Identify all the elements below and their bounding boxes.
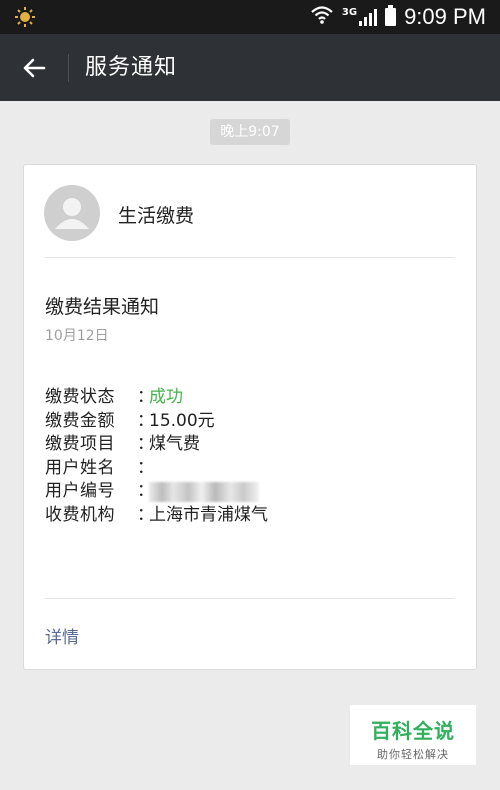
field-value: 煤气费 bbox=[149, 434, 200, 454]
field-payment-status: 缴费状态 ：成功 bbox=[45, 386, 268, 410]
watermark-logo: 百科全说 助你轻松解决 bbox=[350, 705, 476, 765]
field-value: 成功 bbox=[149, 387, 183, 407]
weather-sun-icon bbox=[14, 6, 36, 32]
field-payment-item: 缴费项目 ：煤气费 bbox=[45, 433, 268, 457]
field-colon: ： bbox=[137, 387, 154, 407]
field-value: 15.00元 bbox=[149, 410, 215, 431]
field-colon: ： bbox=[137, 504, 154, 525]
field-label: 用户姓名 bbox=[45, 457, 115, 478]
field-label: 缴费金额 bbox=[45, 410, 115, 431]
notification-card[interactable]: 生活缴费 缴费结果通知 10月12日 缴费状态：成功 缴费金额： 15.00元 缴… bbox=[23, 164, 477, 670]
payment-fields: 缴费状态：成功 缴费金额： 15.00元 缴费项目：煤气费 用户姓名： 用户编号：… bbox=[45, 386, 268, 527]
avatar bbox=[44, 185, 100, 241]
user-silhouette-icon bbox=[55, 198, 89, 229]
signal-icon bbox=[359, 8, 378, 26]
field-colon: ： bbox=[137, 481, 154, 501]
field-label: 收费机构 bbox=[45, 504, 115, 525]
field-billing-org: 收费机构 ：上海市青浦煤气 bbox=[45, 504, 268, 528]
watermark-sub-text: 助你轻松解决 bbox=[377, 748, 449, 761]
message-timestamp: 晚上9:07 bbox=[210, 119, 290, 145]
back-button[interactable] bbox=[12, 46, 56, 90]
sender-name: 生活缴费 bbox=[118, 205, 195, 227]
field-value: 上海市青浦煤气 bbox=[149, 504, 268, 525]
arrow-left-icon bbox=[23, 58, 46, 78]
page-title: 服务通知 bbox=[85, 55, 178, 80]
watermark-main-text: 百科全说 bbox=[371, 719, 455, 743]
field-label: 用户编号 bbox=[45, 481, 115, 501]
field-label: 缴费项目 bbox=[45, 434, 115, 454]
notice-date: 10月12日 bbox=[45, 328, 109, 344]
details-link[interactable]: 详情 bbox=[45, 623, 79, 648]
field-user-name: 用户姓名 ： bbox=[45, 457, 268, 481]
network-type: 3G bbox=[341, 6, 358, 18]
title-bar: 服务通知 bbox=[0, 34, 500, 101]
field-label: 缴费状态 bbox=[45, 387, 115, 407]
status-bar: 3G 9:09 PM bbox=[0, 0, 500, 34]
battery-icon bbox=[385, 5, 397, 26]
title-divider bbox=[68, 54, 69, 82]
redacted-value bbox=[149, 482, 259, 502]
notice-title: 缴费结果通知 bbox=[45, 296, 160, 318]
clock: 9:09 PM bbox=[404, 4, 486, 29]
field-payment-amount: 缴费金额 ： 15.00元 bbox=[45, 410, 268, 434]
field-colon: ： bbox=[137, 410, 154, 431]
field-user-id: 用户编号 ： bbox=[45, 480, 268, 504]
wifi-icon bbox=[310, 5, 334, 29]
card-divider-bottom bbox=[45, 598, 455, 599]
card-divider-top bbox=[45, 257, 455, 258]
field-colon: ： bbox=[137, 434, 154, 454]
field-colon: ： bbox=[137, 457, 154, 478]
